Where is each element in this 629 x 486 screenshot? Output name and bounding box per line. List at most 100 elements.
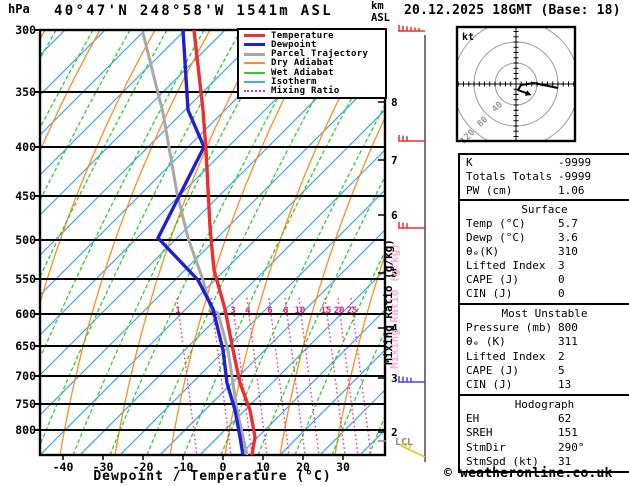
row-label: Dewp (°C) (466, 230, 526, 244)
row-label: Totals Totals (466, 169, 553, 183)
row-label: K (466, 156, 473, 170)
table-row: θₑ(K) 310 (460, 245, 629, 258)
pressure-tick-label: 450 (15, 189, 36, 203)
pressure-axis-unit: hPa (8, 2, 30, 16)
table-row: Pressure (mb) 800 (460, 321, 629, 334)
row-value: 5 (558, 363, 565, 377)
row-label: Lifted Index (466, 259, 546, 273)
altitude-tick-label: 6 (391, 209, 398, 222)
row-label: CIN (J) (466, 378, 513, 392)
altitude-unit-asl: ASL (371, 11, 390, 24)
row-label: StmDir (466, 440, 506, 454)
row-value: 290° (558, 440, 585, 454)
table-row: CAPE (J) 0 (460, 273, 629, 286)
weatheronline-credit-link[interactable]: © weatheronline.co.uk (444, 466, 613, 481)
wind-barb (398, 376, 425, 383)
datetime-title: 20.12.2025 18GMT (Base: 18) (404, 3, 621, 18)
altitude-unit-km: km (371, 0, 384, 12)
mixing-ratio-value: 6 (267, 306, 272, 316)
mixing-ratio-value: 3 (230, 306, 235, 316)
table-row: Dewp (°C) 3.6 (460, 231, 629, 244)
row-label: θₑ(K) (466, 244, 500, 258)
legend-item-mixing-ratio: Mixing Ratio (239, 86, 385, 97)
table-row: CIN (J) 13 (460, 378, 629, 391)
surface-section: Surface Temp (°C) 5.7 Dewp (°C) 3.6 θₑ(K) 310… (460, 199, 629, 303)
table-row: θₑ (K) 311 (460, 335, 629, 348)
dewpoint-line-sample (244, 43, 265, 47)
trace-parcel-trajectory (141, 31, 249, 455)
indices-section: K -9999 Totals Totals -9999 PW (cm) 1.06 (460, 155, 629, 199)
row-value: 151 (558, 426, 578, 440)
parcel-line-sample (244, 52, 265, 56)
pressure-tick-label: 350 (15, 85, 36, 99)
pressure-tick-label: 800 (15, 423, 36, 437)
row-value: 2 (558, 349, 565, 363)
row-value: -9999 (558, 169, 592, 183)
dry-adiabat-line-sample (244, 62, 265, 65)
row-value: 13 (558, 378, 572, 392)
pressure-tick-label: 500 (15, 233, 36, 247)
row-label: EH (466, 412, 480, 426)
table-row: EH 62 (460, 412, 629, 425)
row-label: SREH (466, 426, 493, 440)
wind-barb (398, 25, 425, 32)
altitude-tick-label: 8 (391, 96, 398, 109)
section-title: Surface (521, 202, 568, 216)
section-title: Hodograph (514, 397, 575, 411)
temperature-line-sample (244, 34, 265, 38)
table-row: PW (cm) 1.06 (460, 184, 629, 197)
altitude-tick-label: 3 (391, 372, 398, 385)
hodograph-unit-label: kt (462, 32, 474, 43)
hodograph-ring-label: 40 (490, 100, 505, 115)
pressure-tick-label: 700 (15, 369, 36, 383)
row-value: 310 (558, 244, 578, 258)
row-value: 62 (558, 412, 572, 426)
table-row: K -9999 (460, 156, 629, 169)
temperature-axis-title: Dewpoint / Temperature (°C) (93, 469, 332, 484)
row-label: CAPE (J) (466, 273, 519, 287)
row-label: Lifted Index (466, 349, 546, 363)
legend-item-dry-adiabat: Dry Adiabat (239, 58, 385, 68)
row-value: 3.6 (558, 230, 578, 244)
table-row: Lifted Index 2 (460, 350, 629, 363)
table-row: SREH 151 (460, 426, 629, 439)
indices-table: K -9999 Totals Totals -9999 PW (cm) 1.06 Surf… (458, 153, 629, 473)
mixing-ratio-value: 8 (283, 306, 288, 316)
row-value: 0 (558, 287, 565, 301)
row-label: CIN (J) (466, 287, 513, 301)
mixing-ratio-value: 1 (175, 306, 180, 316)
mixing-ratio-value: 25 (347, 306, 358, 316)
pressure-tick-label: 750 (15, 397, 36, 411)
pressure-tick-label: 600 (15, 307, 36, 321)
mixing-ratio-value: 4 (245, 306, 251, 316)
table-row: CAPE (J) 5 (460, 364, 629, 377)
mixing-ratio-value: 20 (334, 306, 345, 316)
table-row: Lifted Index 3 (460, 259, 629, 272)
row-label: θₑ (K) (466, 335, 506, 349)
legend-label: Mixing Ratio (271, 86, 340, 97)
row-value: 800 (558, 320, 578, 334)
wind-barb-column (398, 25, 426, 462)
altitude-axis-unit: km ASL (371, 0, 390, 24)
skewt-sounding-page: 1 2 3 4 6 8 10 15 20 25 300 350 400 450 500 550 600 650 70… (0, 0, 629, 486)
most-unstable-section: Most Unstable Pressure (mb) 800 θₑ (K) 311 L… (460, 303, 629, 394)
row-label: Pressure (mb) (466, 320, 553, 334)
hodograph-ring-label: 80 (476, 115, 491, 130)
mixing-ratio-line-sample (244, 90, 265, 93)
row-label: CAPE (J) (466, 363, 519, 377)
altitude-tick-label: 7 (391, 154, 398, 167)
wet-adiabat-line-sample (244, 71, 265, 74)
mixing-ratio-value: 10 (295, 306, 306, 316)
wind-barb (398, 135, 425, 142)
row-value: 1.06 (558, 183, 585, 197)
section-title: Most Unstable (501, 306, 588, 320)
hodograph-section: Hodograph EH 62 SREH 151 StmDir 290° StmSpd (k… (460, 394, 629, 471)
row-label: Temp (°C) (466, 216, 526, 230)
table-row: StmDir 290° (460, 441, 629, 454)
row-value: 5.7 (558, 216, 578, 230)
pressure-tick-label: 400 (15, 140, 36, 154)
mixing-ratio-value: 15 (321, 306, 332, 316)
isotherm-line-sample (244, 81, 265, 84)
pressure-tick-label: 550 (15, 272, 36, 286)
table-row: Temp (°C) 5.7 (460, 217, 629, 230)
